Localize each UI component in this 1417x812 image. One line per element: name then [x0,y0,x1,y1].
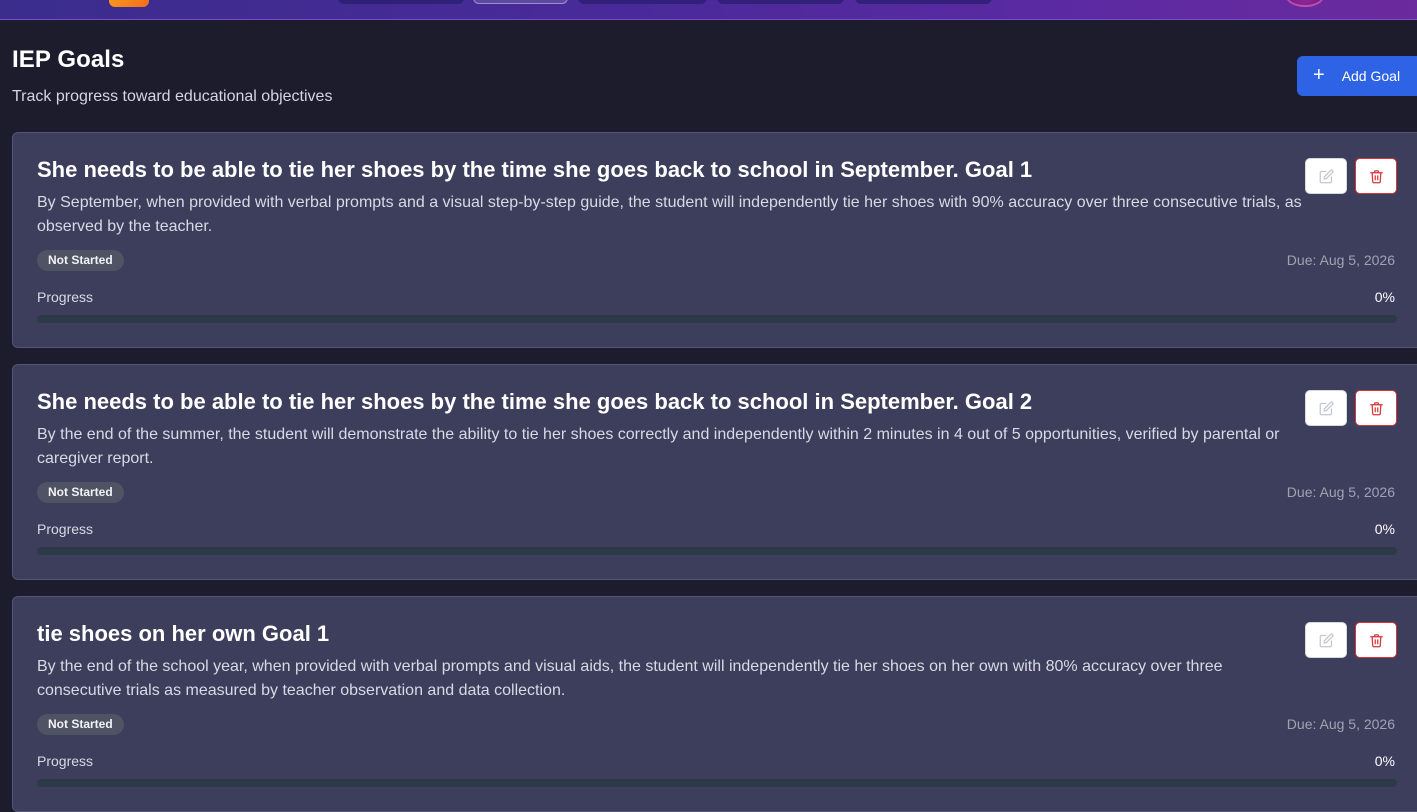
progress-label: Progress [37,753,94,769]
page-header: IEP Goals Track progress toward educatio… [12,46,332,106]
progress-label: Progress [37,521,94,537]
status-badge: Not Started [37,714,124,735]
nav-tab-1[interactable] [338,0,464,4]
delete-goal-button[interactable] [1355,622,1397,658]
trash-icon [1369,169,1384,184]
page-subtitle: Track progress toward educational object… [12,88,333,105]
edit-icon [1319,633,1334,648]
due-date: Due: Aug 5, 2026 [1286,484,1395,500]
goal-description: By the end of the summer, the student wi… [37,426,1280,467]
goal-title: She needs to be able to tie her shoes by… [37,389,1033,414]
goal-card: She needs to be able to tie her shoes by… [12,364,1417,580]
due-date: Due: Aug 5, 2026 [1286,716,1395,732]
progress-value: 0% [1374,521,1395,537]
edit-icon [1319,169,1334,184]
add-goal-button[interactable]: + Add Goal [1297,56,1417,96]
trash-icon [1369,401,1384,416]
status-badge: Not Started [37,250,124,271]
nav-tab-5[interactable] [855,0,992,4]
add-goal-label: Add Goal [1341,68,1401,84]
goal-card: tie shoes on her own Goal 1 By the end of… [12,596,1417,812]
due-date: Due: Aug 5, 2026 [1286,252,1395,268]
progress-bar [37,779,1397,787]
edit-goal-button[interactable] [1305,390,1347,426]
delete-goal-button[interactable] [1355,158,1397,194]
goal-title: tie shoes on her own Goal 1 [37,621,330,646]
nav-tab-4[interactable] [717,0,844,4]
progress-value: 0% [1374,289,1395,305]
progress-bar [37,315,1397,323]
goal-card: She needs to be able to tie her shoes by… [12,132,1417,348]
top-navigation-bar [0,0,1417,20]
app-logo-icon[interactable] [109,0,149,7]
plus-icon: + [1313,64,1325,86]
edit-goal-button[interactable] [1305,158,1347,194]
delete-goal-button[interactable] [1355,390,1397,426]
goal-description: By the end of the school year, when prov… [37,658,1223,699]
progress-label: Progress [37,289,94,305]
progress-bar [37,547,1397,555]
nav-tab-2-active[interactable] [473,0,568,4]
trash-icon [1369,633,1384,648]
page-title: IEP Goals [12,46,125,73]
progress-value: 0% [1374,753,1395,769]
status-badge: Not Started [37,482,124,503]
goal-description: By September, when provided with verbal … [37,194,1302,235]
edit-icon [1319,401,1334,416]
nav-tab-3[interactable] [578,0,707,4]
goal-title: She needs to be able to tie her shoes by… [37,157,1033,182]
edit-goal-button[interactable] [1305,622,1347,658]
user-avatar-icon[interactable] [1286,0,1324,7]
